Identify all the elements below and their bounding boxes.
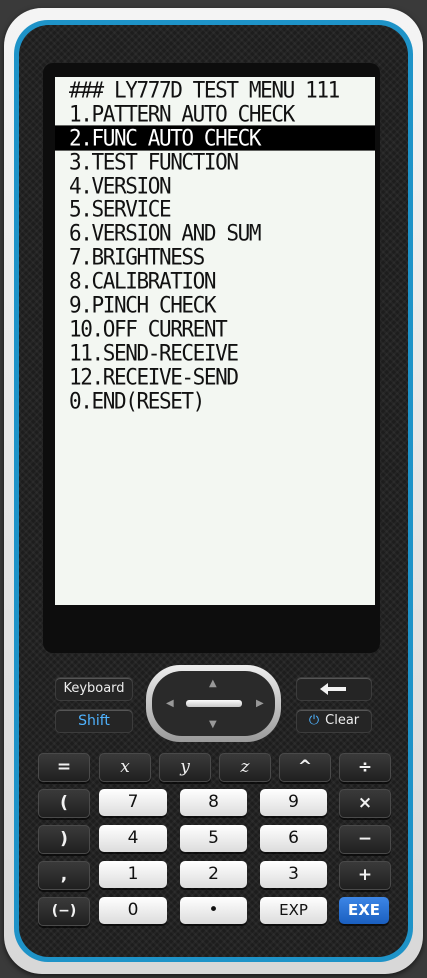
- decimal-point-key[interactable]: •: [180, 897, 247, 924]
- nav-down-icon[interactable]: ▼: [209, 720, 217, 730]
- power-caret-key[interactable]: ^: [279, 753, 331, 782]
- navigation-pad[interactable]: ▲ ▼ ◀ ▶: [146, 665, 281, 742]
- shift-button[interactable]: Shift: [55, 709, 133, 733]
- divide-key[interactable]: ÷: [339, 753, 391, 782]
- menu-item-send-receive[interactable]: 11.SEND-RECEIVE: [55, 340, 375, 365]
- clear-label: Clear: [325, 713, 360, 728]
- nav-right-icon[interactable]: ▶: [256, 699, 264, 709]
- multiply-key[interactable]: ×: [339, 789, 391, 818]
- menu-item-calibration[interactable]: 8.CALIBRATION: [55, 269, 375, 294]
- two-key[interactable]: 2: [180, 861, 247, 888]
- seven-key[interactable]: 7: [99, 789, 167, 816]
- four-key[interactable]: 4: [99, 825, 167, 852]
- five-key[interactable]: 5: [180, 825, 247, 852]
- zero-key[interactable]: 0: [99, 897, 167, 924]
- menu-item-brightness[interactable]: 7.BRIGHTNESS: [55, 245, 375, 270]
- equals-key[interactable]: =: [38, 753, 90, 782]
- menu-item-receive-send[interactable]: 12.RECEIVE-SEND: [55, 364, 375, 389]
- comma-key[interactable]: ,: [38, 861, 90, 890]
- x-key[interactable]: x: [99, 753, 151, 782]
- close-paren-key[interactable]: ): [38, 825, 90, 854]
- menu-item-pattern-auto-check[interactable]: 1.PATTERN AUTO CHECK: [55, 101, 375, 126]
- nine-key[interactable]: 9: [260, 789, 327, 816]
- left-arrow-icon: [320, 682, 346, 695]
- nav-left-icon[interactable]: ◀: [166, 699, 174, 709]
- exe-key[interactable]: EXE: [339, 897, 389, 924]
- z-key[interactable]: z: [219, 753, 271, 782]
- three-key[interactable]: 3: [260, 861, 327, 888]
- keyboard-button[interactable]: Keyboard: [55, 677, 133, 701]
- menu-item-version-and-sum[interactable]: 6.VERSION AND SUM: [55, 221, 375, 246]
- open-paren-key[interactable]: (: [38, 789, 90, 818]
- y-key[interactable]: y: [159, 753, 211, 782]
- nav-up-icon[interactable]: ▲: [209, 679, 217, 689]
- six-key[interactable]: 6: [260, 825, 327, 852]
- menu-item-test-function[interactable]: 3.TEST FUNCTION: [55, 149, 375, 174]
- menu-item-off-current[interactable]: 10.OFF CURRENT: [55, 316, 375, 341]
- menu-item-end-reset[interactable]: 0.END(RESET): [55, 388, 375, 413]
- menu-title: ### LY777D TEST MENU 111: [69, 77, 340, 103]
- backspace-button[interactable]: [296, 677, 372, 701]
- nav-center-bar: [186, 700, 242, 707]
- exp-key[interactable]: EXP: [260, 897, 327, 924]
- menu-item-service[interactable]: 5.SERVICE: [55, 197, 375, 222]
- clear-button[interactable]: ⏻ Clear: [296, 709, 372, 733]
- power-icon: ⏻: [308, 713, 320, 728]
- lcd-screen[interactable]: ### LY777D TEST MENU 111 1.PATTERN AUTO …: [55, 77, 375, 605]
- eight-key[interactable]: 8: [180, 789, 247, 816]
- minus-key[interactable]: −: [339, 825, 391, 854]
- menu-item-func-auto-check[interactable]: 2.FUNC AUTO CHECK: [55, 125, 375, 150]
- menu-item-version[interactable]: 4.VERSION: [55, 173, 375, 198]
- one-key[interactable]: 1: [99, 861, 167, 888]
- menu-item-pinch-check[interactable]: 9.PINCH CHECK: [55, 292, 375, 317]
- negative-key[interactable]: (−): [38, 897, 90, 926]
- plus-key[interactable]: +: [339, 861, 391, 890]
